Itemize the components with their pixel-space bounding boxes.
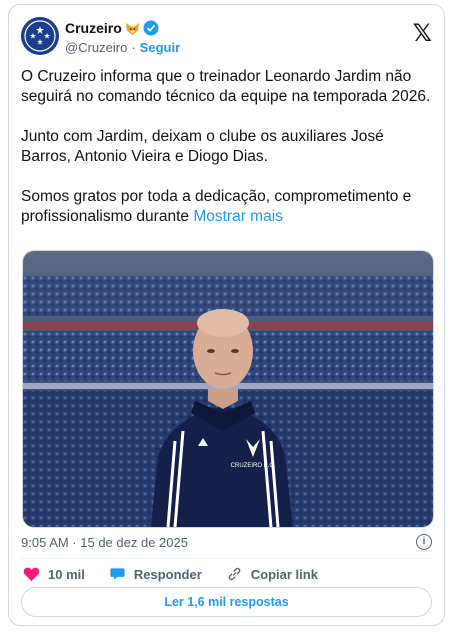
account-avatar[interactable] bbox=[21, 17, 59, 55]
reply-label: Responder bbox=[133, 566, 202, 582]
like-count: 10 mil bbox=[48, 566, 85, 582]
coach-photo-image: CRUZEIRO E.C. bbox=[23, 251, 433, 527]
cruzeiro-logo-icon bbox=[21, 17, 59, 55]
copy-link-label: Copiar link bbox=[250, 566, 318, 582]
account-name[interactable]: Cruzeiro bbox=[65, 20, 122, 36]
read-replies-button[interactable]: Ler 1,6 mil respostas bbox=[21, 587, 432, 617]
copy-link-button[interactable]: Copiar link bbox=[226, 566, 318, 582]
reply-button[interactable]: Responder bbox=[109, 566, 202, 582]
handle-row: @Cruzeiro · Seguir bbox=[65, 40, 180, 55]
heart-icon bbox=[23, 567, 40, 582]
verified-icon bbox=[143, 20, 159, 36]
show-more-link[interactable]: Mostrar mais bbox=[193, 208, 283, 225]
separator: · bbox=[131, 40, 136, 55]
reply-icon bbox=[110, 568, 125, 580]
post-timestamp[interactable]: 9:05 AM · 15 de dez de 2025 bbox=[21, 535, 188, 550]
post-text: O Cruzeiro informa que o treinador Leona… bbox=[21, 67, 431, 247]
account-name-row[interactable]: Cruzeiro bbox=[65, 20, 159, 36]
info-icon[interactable]: i bbox=[416, 534, 432, 550]
divider bbox=[21, 558, 432, 559]
post-photo[interactable]: CRUZEIRO E.C. bbox=[22, 250, 434, 528]
follow-button[interactable]: Seguir bbox=[140, 40, 180, 55]
post-paragraph-2: Junto com Jardim, deixam o clube os auxi… bbox=[21, 128, 384, 165]
post-paragraph-3: Somos gratos por toda a dedicação, compr… bbox=[21, 187, 431, 227]
fox-emoji-icon bbox=[125, 22, 139, 35]
link-icon bbox=[228, 567, 241, 581]
post-paragraph-1: O Cruzeiro informa que o treinador Leona… bbox=[21, 68, 431, 105]
x-logo-icon[interactable]: 𝕏 bbox=[413, 19, 432, 47]
like-button[interactable]: 10 mil bbox=[23, 566, 85, 582]
jacket-brand-text: CRUZEIRO E.C. bbox=[231, 463, 276, 469]
account-handle[interactable]: @Cruzeiro bbox=[65, 40, 127, 55]
action-bar: 10 mil Responder Copiar link bbox=[23, 566, 342, 582]
post-card: Cruzeiro @Cruzeiro · Seguir 𝕏 O Cruzeiro… bbox=[8, 4, 445, 626]
